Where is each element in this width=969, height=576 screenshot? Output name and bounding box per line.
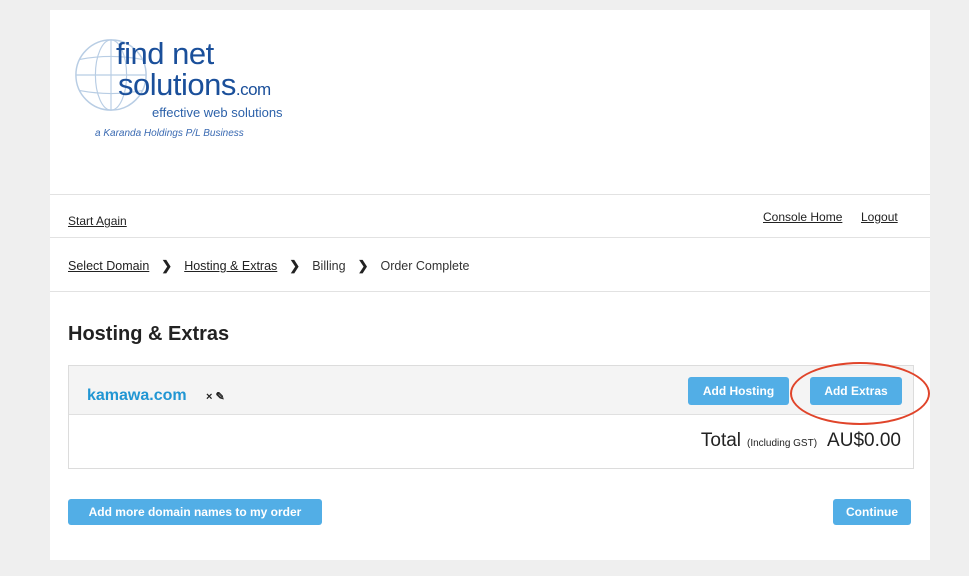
total-gst-note: (Including GST) <box>747 438 818 449</box>
order-panel: kamawa.com × ✎ Add Hosting Add Extras To… <box>68 365 914 469</box>
chevron-right-icon: ❯ <box>161 258 173 273</box>
start-again-link[interactable]: Start Again <box>68 214 127 228</box>
logo-line1: find net <box>116 36 214 71</box>
total-amount: AU$0.00 <box>827 430 901 451</box>
divider <box>50 291 930 292</box>
continue-button[interactable]: Continue <box>833 499 911 525</box>
logo: find net solutions.com effective web sol… <box>72 26 302 176</box>
add-extras-button[interactable]: Add Extras <box>810 377 902 405</box>
order-total: Total (Including GST) AU$0.00 <box>701 430 901 452</box>
breadcrumb-billing: Billing <box>312 259 346 273</box>
chevron-right-icon: ❯ <box>357 258 369 273</box>
logout-link[interactable]: Logout <box>861 210 898 224</box>
logo-tagline: effective web solutions <box>152 105 283 120</box>
page-title: Hosting & Extras <box>68 323 230 345</box>
top-nav: Start Again Console Home Logout <box>50 206 930 236</box>
breadcrumb-select-domain[interactable]: Select Domain <box>68 259 149 273</box>
add-hosting-button[interactable]: Add Hosting <box>688 377 789 405</box>
console-home-link[interactable]: Console Home <box>763 210 842 224</box>
divider <box>50 237 930 238</box>
logo-line2: solutions.com <box>118 67 271 102</box>
order-panel-header: kamawa.com × ✎ Add Hosting Add Extras <box>69 366 913 415</box>
divider <box>50 194 930 195</box>
chevron-right-icon: ❯ <box>289 258 301 273</box>
page-container: find net solutions.com effective web sol… <box>50 10 930 560</box>
breadcrumb-order-complete: Order Complete <box>380 259 470 273</box>
breadcrumb-hosting-extras[interactable]: Hosting & Extras <box>184 259 277 273</box>
breadcrumb: Select Domain ❯ Hosting & Extras ❯ Billi… <box>68 258 469 274</box>
logo-business: a Karanda Holdings P/L Business <box>95 128 244 139</box>
add-more-domains-button[interactable]: Add more domain names to my order <box>68 499 322 525</box>
total-label: Total <box>700 430 742 451</box>
remove-edit-icons[interactable]: × ✎ <box>206 390 225 403</box>
domain-name: kamawa.com <box>87 387 187 404</box>
